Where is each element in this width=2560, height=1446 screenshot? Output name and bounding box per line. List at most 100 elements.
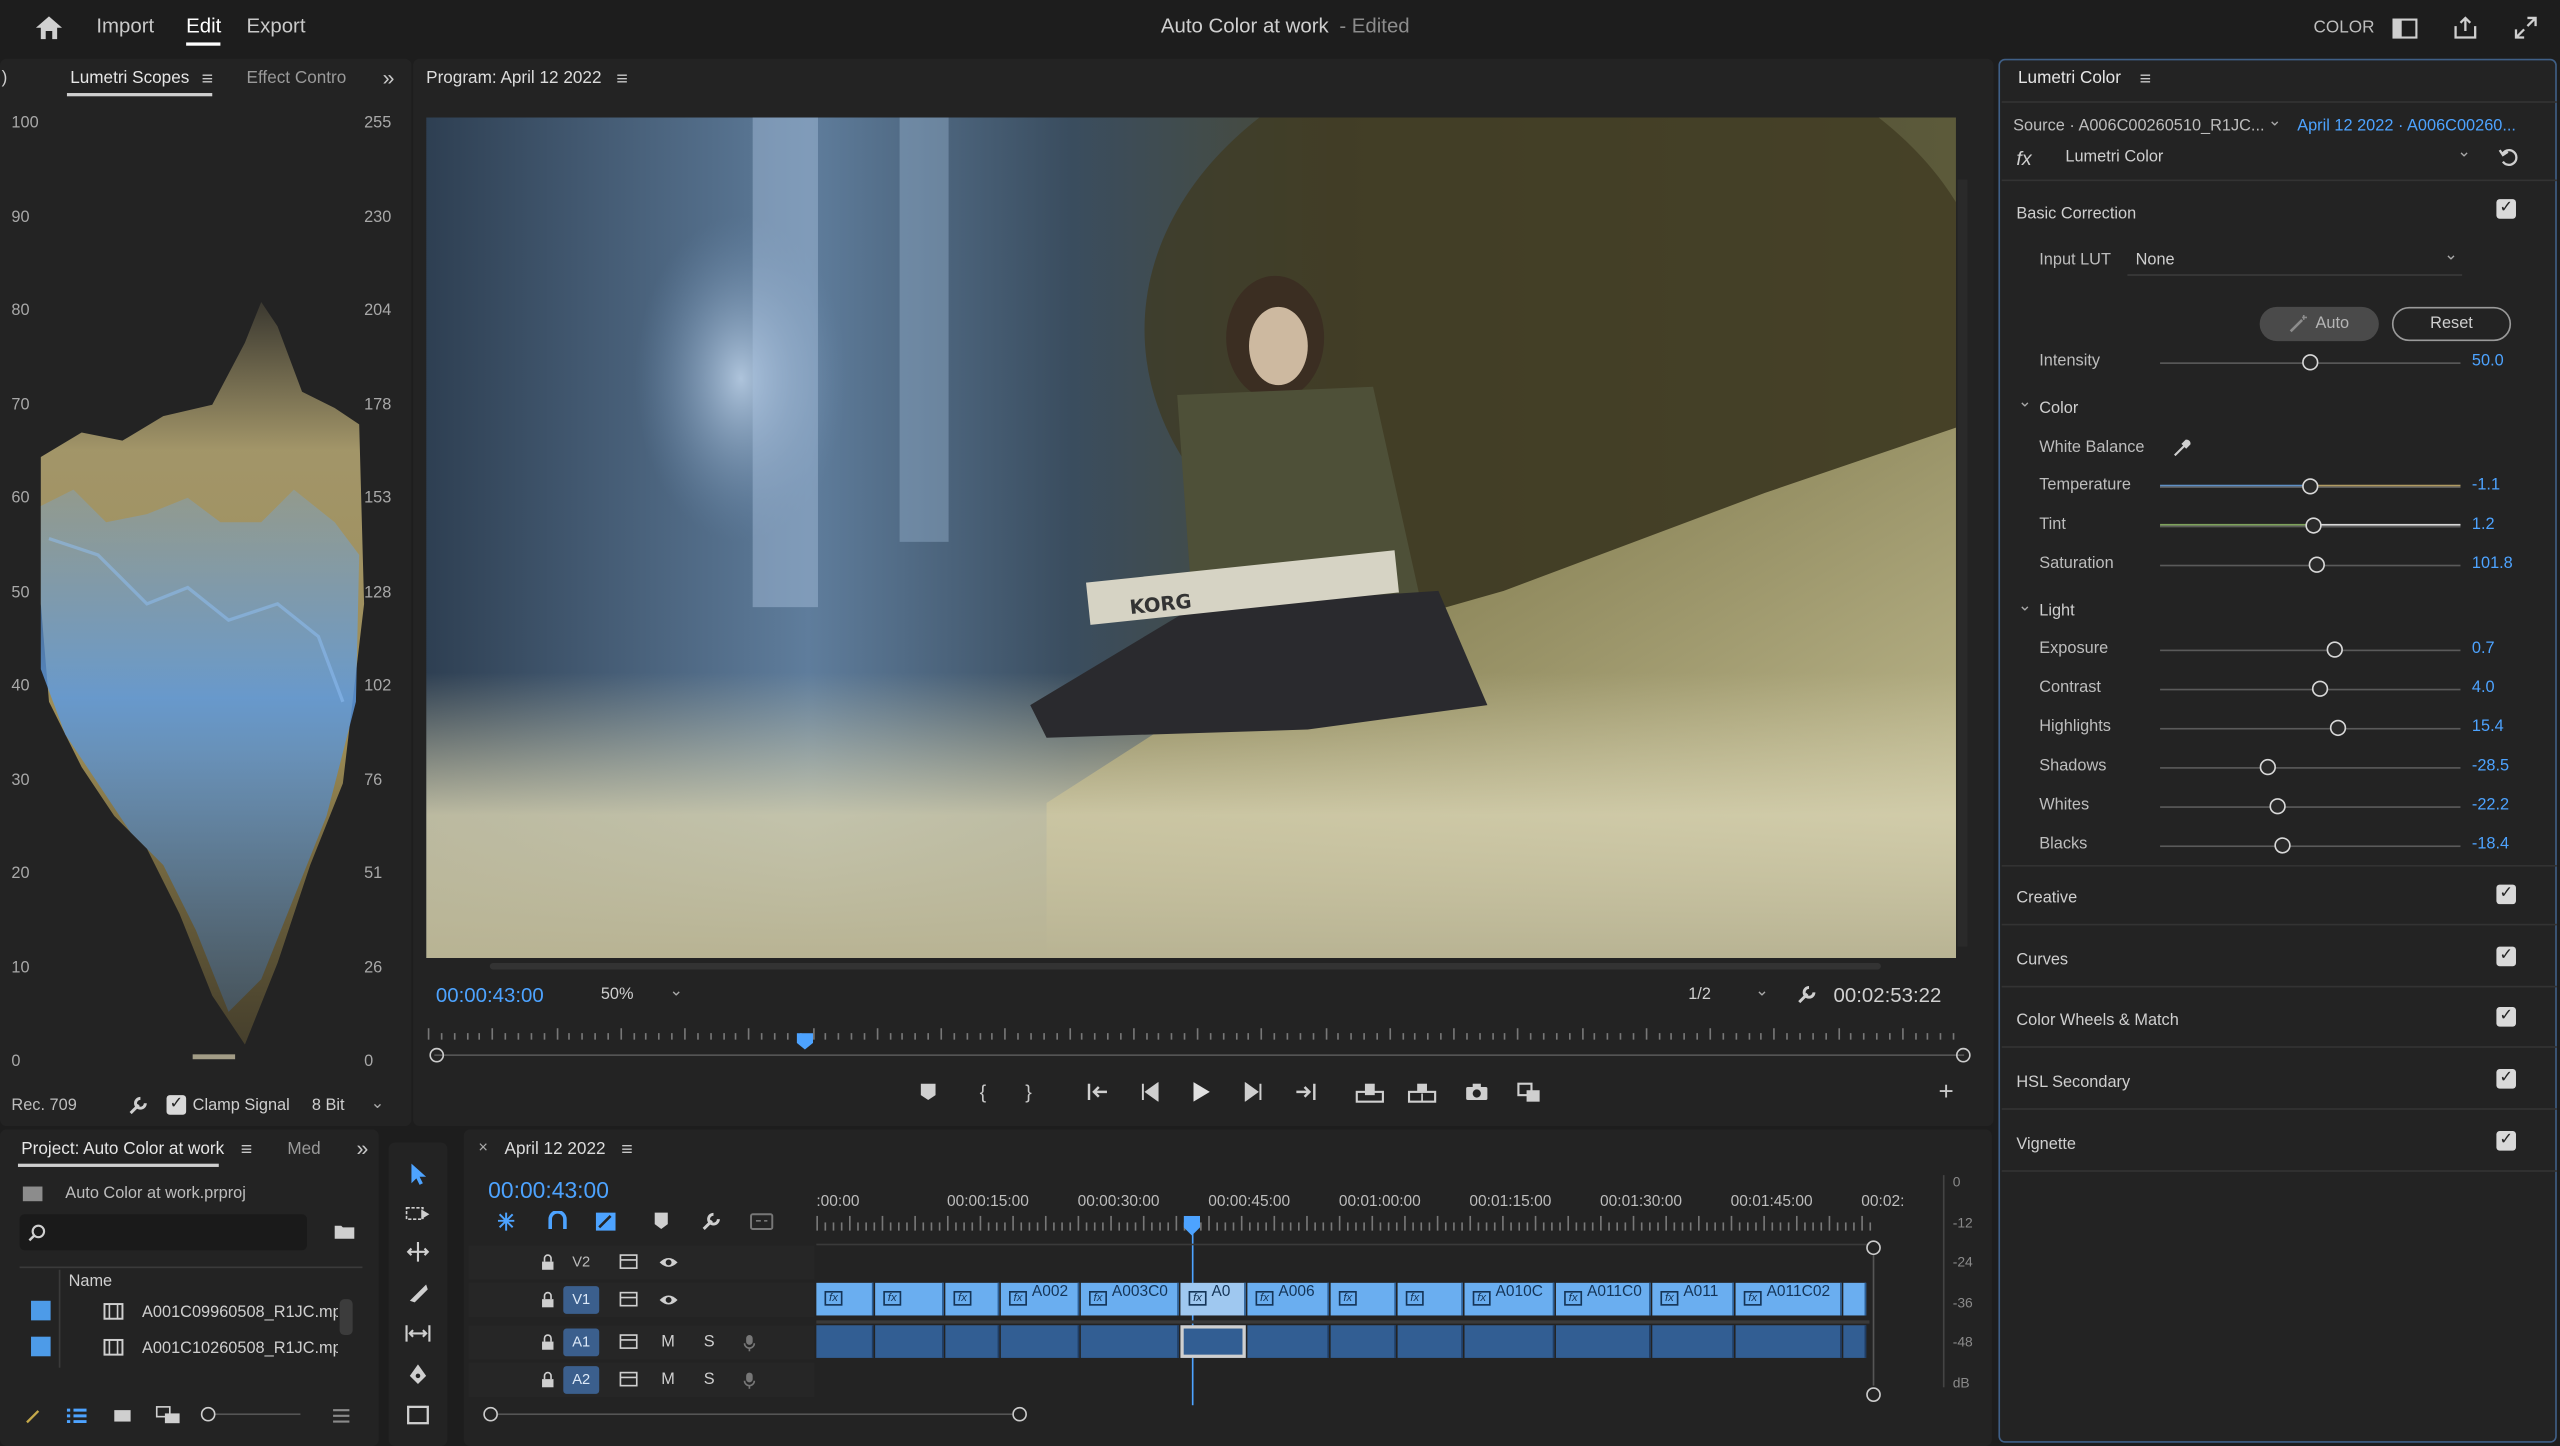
track-label-a2[interactable]: A2	[563, 1366, 600, 1394]
video-clip[interactable]: fx	[1330, 1282, 1396, 1316]
timeline-playhead-head[interactable]	[1183, 1211, 1201, 1236]
audio-clip[interactable]	[1330, 1325, 1396, 1358]
panel-layout-icon[interactable]	[2389, 13, 2422, 42]
audio-clip[interactable]	[1555, 1325, 1651, 1358]
color-section-chevron-icon[interactable]: ⌄	[2018, 393, 2032, 411]
nav-import[interactable]: Import	[96, 15, 154, 38]
mark-out-icon[interactable]: }	[1016, 1079, 1042, 1105]
section-title-1[interactable]: Curves	[2016, 952, 2068, 970]
video-clip[interactable]: fx A011	[1652, 1282, 1734, 1316]
color-slider-temperature-value[interactable]: -1.1	[2472, 477, 2500, 495]
timeline-playhead-line[interactable]	[1191, 1230, 1194, 1406]
extract-icon[interactable]	[1406, 1079, 1439, 1105]
project-search-input[interactable]	[19, 1214, 307, 1251]
video-clip[interactable]: fx	[875, 1282, 944, 1316]
rectangle-tool-icon[interactable]	[403, 1400, 432, 1429]
section-checkbox[interactable]: ✓	[2496, 1007, 2516, 1027]
lumetri-menu-icon[interactable]: ≡	[2134, 67, 2157, 90]
video-clip[interactable]: fx	[816, 1282, 874, 1316]
workspace-label[interactable]: COLOR	[2314, 18, 2375, 38]
fullscreen-icon[interactable]	[2509, 11, 2542, 42]
panel-overflow-icon[interactable]: »	[376, 64, 402, 88]
audio-clip[interactable]	[1735, 1325, 1842, 1358]
color-slider-saturation-value[interactable]: 101.8	[2472, 555, 2513, 573]
go-to-out-icon[interactable]	[1290, 1079, 1319, 1105]
project-scrollbar[interactable]	[339, 1299, 353, 1336]
program-horizontal-scrollbar[interactable]	[489, 962, 1881, 970]
step-forward-icon[interactable]	[1241, 1079, 1267, 1105]
scope-colorspace[interactable]: Rec. 709	[11, 1097, 76, 1115]
play-icon[interactable]	[1187, 1077, 1216, 1106]
color-slider-tint-knob[interactable]	[2305, 517, 2322, 534]
eye-icon[interactable]	[656, 1288, 679, 1311]
timeline-tab[interactable]: April 12 2022	[505, 1139, 606, 1159]
light-slider-blacks-track[interactable]	[2160, 845, 2461, 848]
search-icon[interactable]	[24, 1221, 47, 1244]
export-frame-icon[interactable]	[1461, 1079, 1490, 1105]
mute-button[interactable]: M	[661, 1333, 675, 1351]
timeline-zoom-bar[interactable]	[497, 1413, 1013, 1416]
nav-export[interactable]: Export	[247, 15, 306, 38]
audio-clip[interactable]	[816, 1325, 874, 1358]
video-clip[interactable]: fx A006	[1247, 1282, 1330, 1316]
audio-clip-selected[interactable]	[1180, 1325, 1246, 1358]
section-checkbox[interactable]: ✓	[2496, 946, 2516, 967]
v1-clip-lane[interactable]: fx fx fx fx A002 fx A003C0 fx A0 fx A006 fx …	[816, 1282, 1867, 1317]
lift-icon[interactable]	[1354, 1079, 1387, 1105]
zoom-chevron-icon[interactable]: ⌄	[669, 983, 683, 1001]
tab-lumetri-scopes[interactable]: Lumetri Scopes	[70, 69, 189, 89]
project-item[interactable]: A001C10260508_R1JC.mp4	[142, 1340, 338, 1361]
vertical-scroll-track[interactable]	[1872, 1255, 1875, 1386]
track-label-v2[interactable]: V2	[563, 1249, 599, 1277]
section-title-4[interactable]: Vignette	[2016, 1136, 2076, 1154]
video-clip[interactable]: fx A002	[1000, 1282, 1080, 1316]
list-view-icon[interactable]	[62, 1402, 91, 1428]
scrubber-start-handle[interactable]	[429, 1047, 445, 1063]
video-frame[interactable]: KORG	[426, 117, 1956, 959]
resolution-select[interactable]: 1/2	[1688, 986, 1711, 1004]
tab-effect-controls[interactable]: Effect Contro	[247, 69, 347, 89]
audio-clip[interactable]	[1000, 1325, 1080, 1358]
intensity-slider-value[interactable]: 50.0	[2472, 353, 2504, 371]
section-checkbox[interactable]: ✓	[2496, 884, 2516, 905]
track-label-a1[interactable]: A1	[563, 1328, 600, 1357]
source-chevron-icon[interactable]: ⌄	[2268, 113, 2282, 131]
film-icon[interactable]	[617, 1368, 640, 1391]
color-slider-temperature-knob[interactable]	[2302, 478, 2319, 495]
panel-menu-icon[interactable]: ≡	[196, 67, 219, 90]
program-playhead[interactable]	[797, 1025, 814, 1050]
thumbnail-zoom-knob[interactable]	[200, 1406, 216, 1422]
video-clip[interactable]: fx	[1397, 1282, 1463, 1316]
scrubber-end-handle[interactable]	[1955, 1047, 1971, 1063]
scrubber-ruler[interactable]	[427, 1025, 1963, 1041]
eyedropper-icon[interactable]	[2168, 434, 2194, 460]
sort-icon[interactable]	[328, 1402, 354, 1428]
light-slider-contrast-track[interactable]	[2160, 688, 2461, 691]
razor-tool-icon[interactable]	[403, 1278, 432, 1307]
film-icon[interactable]	[617, 1288, 640, 1311]
auto-button[interactable]: Auto	[2259, 306, 2379, 342]
step-back-icon[interactable]	[1136, 1079, 1162, 1105]
audio-clip[interactable]	[945, 1325, 1000, 1358]
settings-wrench-icon[interactable]	[1793, 981, 1819, 1007]
light-section-chevron-icon[interactable]: ⌄	[2018, 597, 2032, 615]
go-to-in-icon[interactable]	[1084, 1079, 1113, 1105]
mute-button[interactable]: M	[661, 1371, 675, 1389]
audio-clip[interactable]	[1652, 1325, 1734, 1358]
intensity-slider-knob[interactable]	[2302, 354, 2319, 371]
pencil-icon[interactable]	[20, 1402, 46, 1428]
project-overflow-icon[interactable]: »	[349, 1135, 375, 1159]
nav-edit[interactable]: Edit	[186, 15, 221, 38]
lock-icon[interactable]	[537, 1368, 557, 1391]
light-slider-whites-value[interactable]: -22.2	[2472, 796, 2509, 814]
section-title-3[interactable]: HSL Secondary	[2016, 1074, 2130, 1092]
source-clip-label[interactable]: Source · A006C00260510_R1JC...	[2013, 118, 2264, 136]
basic-correction-checkbox[interactable]: ✓	[2496, 199, 2516, 219]
light-slider-shadows-track[interactable]	[2160, 767, 2461, 769]
vertical-zoom-handle[interactable]	[1866, 1387, 1881, 1402]
timeline-settings-icon[interactable]	[697, 1208, 723, 1234]
program-vertical-scrollbar[interactable]	[1957, 179, 1968, 947]
audio-clip[interactable]	[1397, 1325, 1463, 1358]
insert-nest-icon[interactable]	[493, 1208, 519, 1234]
thumbnail-zoom-track[interactable]	[215, 1413, 301, 1416]
